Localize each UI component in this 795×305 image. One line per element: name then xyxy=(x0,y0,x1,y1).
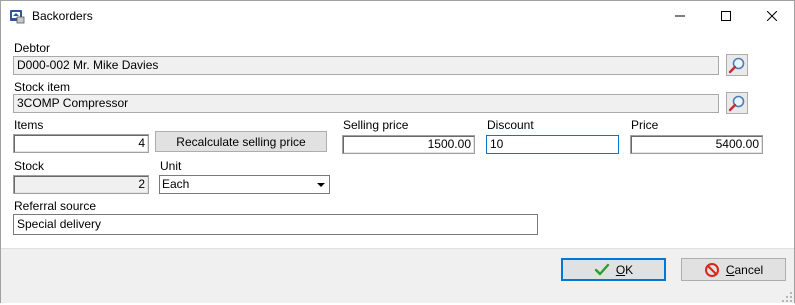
close-button[interactable] xyxy=(749,1,795,31)
close-icon xyxy=(767,11,777,21)
referral-source-label: Referral source xyxy=(14,199,97,213)
stock-field: 2 xyxy=(13,175,149,194)
checkmark-icon xyxy=(594,262,610,278)
unit-selected-value: Each xyxy=(162,177,190,191)
cancel-label: Cancel xyxy=(725,262,764,277)
maximize-button[interactable] xyxy=(703,1,749,31)
cancel-icon xyxy=(704,262,720,278)
price-field[interactable]: 5400.00 xyxy=(630,135,763,154)
items-label: Items xyxy=(14,118,44,132)
ok-button[interactable]: OK xyxy=(561,258,666,281)
debtor-field[interactable]: D000-002 Mr. Mike Davies xyxy=(13,56,719,75)
unit-label: Unit xyxy=(160,159,182,173)
discount-field[interactable]: 10 xyxy=(486,135,619,154)
backorders-dialog: Backorders Debtor D000-002 Mr. Mike Davi… xyxy=(0,0,795,303)
debtor-lookup-button[interactable] xyxy=(726,54,748,76)
stock-item-lookup-button[interactable] xyxy=(726,92,748,114)
selling-price-label: Selling price xyxy=(343,118,409,132)
stock-label: Stock xyxy=(14,159,45,173)
window-title: Backorders xyxy=(32,9,93,23)
dialog-footer: OK Cancel xyxy=(1,248,794,303)
cancel-button[interactable]: Cancel xyxy=(681,258,786,281)
minimize-icon xyxy=(675,15,685,17)
chevron-down-icon xyxy=(317,183,325,187)
discount-label: Discount xyxy=(487,118,534,132)
backorders-app-icon xyxy=(9,8,25,24)
stock-item-label: Stock item xyxy=(14,80,71,94)
unit-dropdown[interactable]: Each xyxy=(159,175,330,194)
items-field[interactable]: 4 xyxy=(13,134,149,153)
magnifier-icon xyxy=(728,95,745,112)
minimize-button[interactable] xyxy=(657,1,703,31)
selling-price-field[interactable]: 1500.00 xyxy=(342,135,475,154)
ok-label: OK xyxy=(615,262,634,277)
recalculate-selling-price-button[interactable]: Recalculate selling price xyxy=(155,131,327,152)
referral-source-field[interactable]: Special delivery xyxy=(13,214,538,235)
debtor-label: Debtor xyxy=(14,41,51,55)
price-label: Price xyxy=(631,118,659,132)
stock-item-field[interactable]: 3COMP Compressor xyxy=(13,94,719,113)
dialog-content: Debtor D000-002 Mr. Mike Davies Stock it… xyxy=(1,32,794,248)
resize-grip-icon[interactable] xyxy=(782,291,792,302)
title-bar: Backorders xyxy=(1,1,794,32)
maximize-icon xyxy=(721,11,731,21)
magnifier-icon xyxy=(728,57,745,74)
